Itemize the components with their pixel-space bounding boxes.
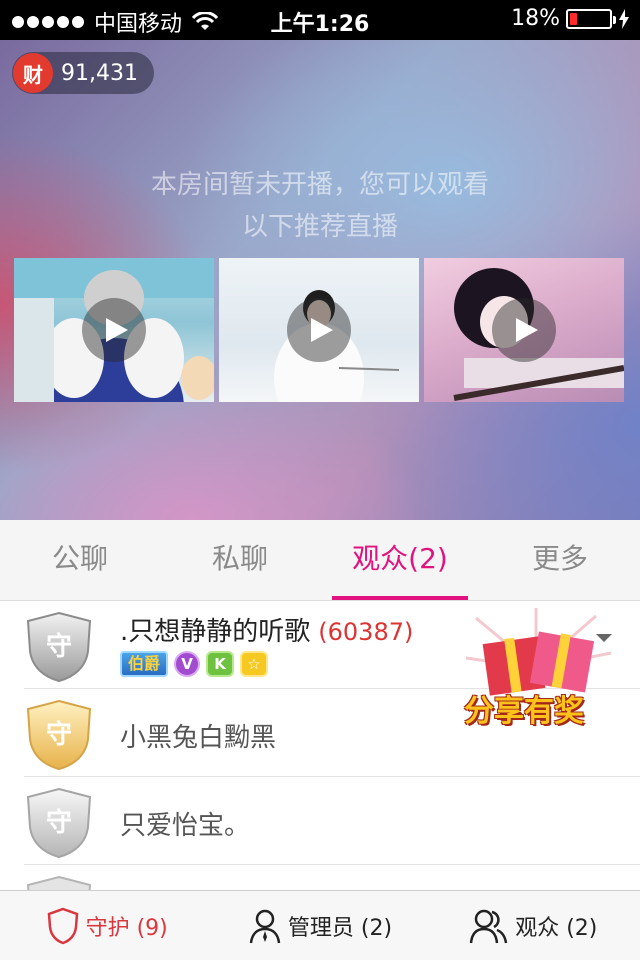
silver-guard-shield-icon: 守 [26, 787, 92, 859]
status-bar: 中国移动 上午1:26 18% [0, 0, 640, 40]
status-right: 18% [511, 6, 630, 31]
audience-users-icon [469, 909, 508, 943]
play-icon [82, 298, 146, 362]
vip-badge: V [174, 651, 201, 677]
room-hero: 财 91,431 本房间暂未开播，您可以观看 以下推荐直播 [0, 40, 640, 520]
k-badge: K [206, 651, 235, 677]
shield-icon [47, 907, 78, 944]
offline-notice-line2: 以下推荐直播 [241, 212, 398, 242]
tab-more[interactable]: 更多 [480, 520, 640, 600]
wealth-badge: 财 [13, 53, 53, 93]
list-item[interactable] [24, 865, 640, 890]
guard-button[interactable]: 守护 (9) [0, 891, 213, 960]
audience-button[interactable]: 观众 (2) [427, 891, 640, 960]
svg-text:守: 守 [46, 807, 72, 838]
svg-text:守: 守 [46, 631, 72, 662]
play-icon [287, 298, 351, 362]
tab-audience[interactable]: 观众(2) [320, 520, 480, 600]
user-name: 只爱怡宝。 [120, 811, 251, 841]
admins-label: 管理员 (2) [287, 915, 393, 941]
rank-medal: 伯爵 [120, 651, 169, 677]
battery-percent: 18% [511, 6, 560, 31]
share-reward-label[interactable]: 分享有奖 [464, 686, 584, 730]
charging-bolt-icon [619, 8, 629, 29]
admin-user-icon [249, 909, 281, 943]
room-tabs: 公聊 私聊 观众(2) 更多 [0, 520, 640, 601]
gold-guard-shield-icon: 守 [26, 699, 92, 771]
silver-guard-shield-icon [26, 875, 92, 890]
wealth-counter[interactable]: 财 91,431 [12, 52, 154, 94]
list-item[interactable]: 守 只爱怡宝。 [24, 777, 640, 865]
silver-guard-shield-icon: 守 [26, 611, 92, 683]
admins-button[interactable]: 管理员 (2) [213, 891, 426, 960]
battery-icon [566, 8, 616, 29]
user-name-text: .只想静静的听歌 [120, 617, 311, 647]
guard-label: 守护 (9) [85, 915, 168, 941]
bottom-bar: 守护 (9) 管理员 (2) 观众 (2) [0, 890, 640, 960]
audience-label: 观众 (2) [515, 915, 598, 941]
tab-public-chat[interactable]: 公聊 [0, 520, 160, 600]
user-name: .只想静静的听歌 (60387) [120, 611, 413, 648]
wealth-value: 91,431 [61, 60, 138, 86]
recommended-stream-2[interactable] [219, 258, 419, 402]
recommended-streams [14, 258, 624, 402]
star-badge: ☆ [240, 651, 269, 677]
user-name: 小黑兔白黝黑 [120, 723, 277, 753]
tab-private-chat[interactable]: 私聊 [160, 520, 320, 600]
recommended-stream-3[interactable] [424, 258, 624, 402]
user-score: (60387) [318, 618, 414, 646]
svg-text:守: 守 [46, 719, 72, 750]
offline-notice-line1: 本房间暂未开播，您可以观看 [150, 170, 489, 200]
user-badges: 伯爵 V K ☆ [120, 651, 269, 677]
play-icon [492, 298, 556, 362]
recommended-stream-1[interactable] [14, 258, 214, 402]
